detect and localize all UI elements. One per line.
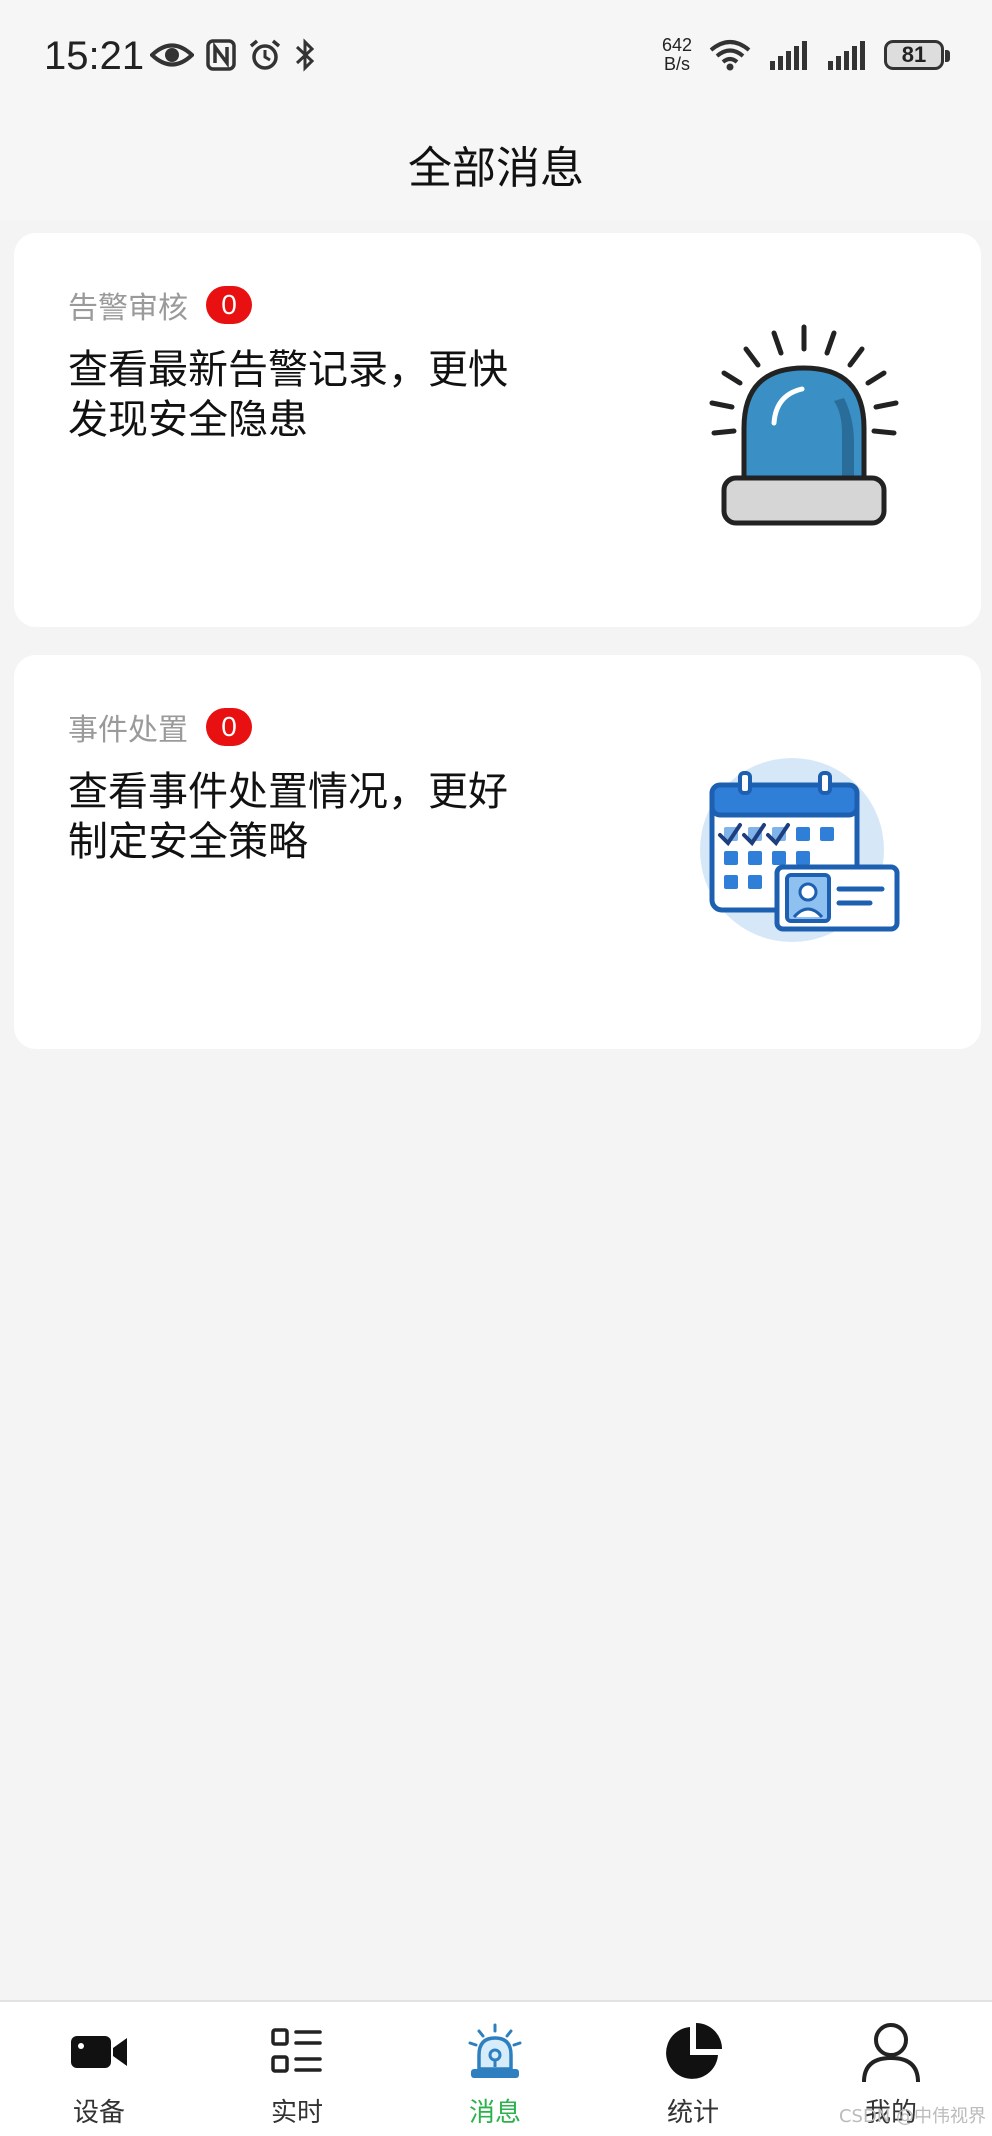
user-icon — [862, 2023, 920, 2083]
pie-chart-icon — [666, 2023, 722, 2079]
calendar-id-card-icon — [700, 758, 900, 942]
tab-messages[interactable]: 消息 — [396, 2002, 594, 2136]
tab-realtime[interactable]: 实时 — [198, 2002, 396, 2136]
status-icons-left — [150, 38, 316, 72]
card-description: 查看事件处置情况，更好 制定安全策略 — [68, 769, 508, 865]
card-label-row: 告警审核 0 — [68, 283, 252, 327]
tab-label: 消息 — [468, 2098, 521, 2128]
wifi-icon — [709, 40, 751, 71]
status-time: 15:21 — [44, 34, 145, 78]
count-badge: 0 — [206, 708, 252, 746]
page-title: 全部消息 — [408, 143, 584, 194]
header: 全部消息 — [0, 110, 992, 220]
card-label: 告警审核 — [68, 291, 188, 326]
nfc-icon — [206, 39, 236, 71]
bottom-tab-bar: 设备 实时 消息 统计 我的 CSDN @中伟视界 — [0, 2000, 992, 2136]
list-icon — [271, 2028, 322, 2073]
card-label: 事件处置 — [68, 713, 188, 748]
eye-icon — [150, 43, 194, 67]
status-bar: 15:21 642 B/s 81 — [0, 0, 992, 110]
signal-icon — [770, 41, 807, 70]
event-handling-card[interactable]: 事件处置 0 查看事件处置情况，更好 制定安全策略 — [14, 655, 981, 1049]
tab-label: 实时 — [270, 2098, 323, 2128]
bluetooth-icon — [295, 38, 315, 72]
tab-statistics[interactable]: 统计 — [594, 2002, 792, 2136]
alarm-icon — [249, 39, 281, 70]
card-label-row: 事件处置 0 — [68, 705, 252, 749]
siren-icon — [468, 2023, 522, 2078]
battery-indicator: 81 — [884, 40, 950, 70]
network-speed: 642 B/s — [661, 35, 692, 74]
tab-devices[interactable]: 设备 — [0, 2002, 198, 2136]
alarm-siren-icon — [709, 324, 899, 526]
signal-icon — [828, 41, 865, 70]
watermark: CSDN @中伟视界 — [838, 2106, 986, 2127]
card-description: 查看最新告警记录，更快 发现安全隐患 — [68, 347, 508, 443]
video-camera-icon — [71, 2036, 127, 2068]
status-icons-right: 642 B/s 81 — [661, 35, 950, 74]
alarm-review-card[interactable]: 告警审核 0 查看最新告警记录，更快 发现安全隐患 — [14, 233, 981, 627]
count-badge: 0 — [206, 286, 252, 324]
tab-label: 统计 — [666, 2098, 719, 2128]
tab-label: 设备 — [72, 2098, 125, 2128]
